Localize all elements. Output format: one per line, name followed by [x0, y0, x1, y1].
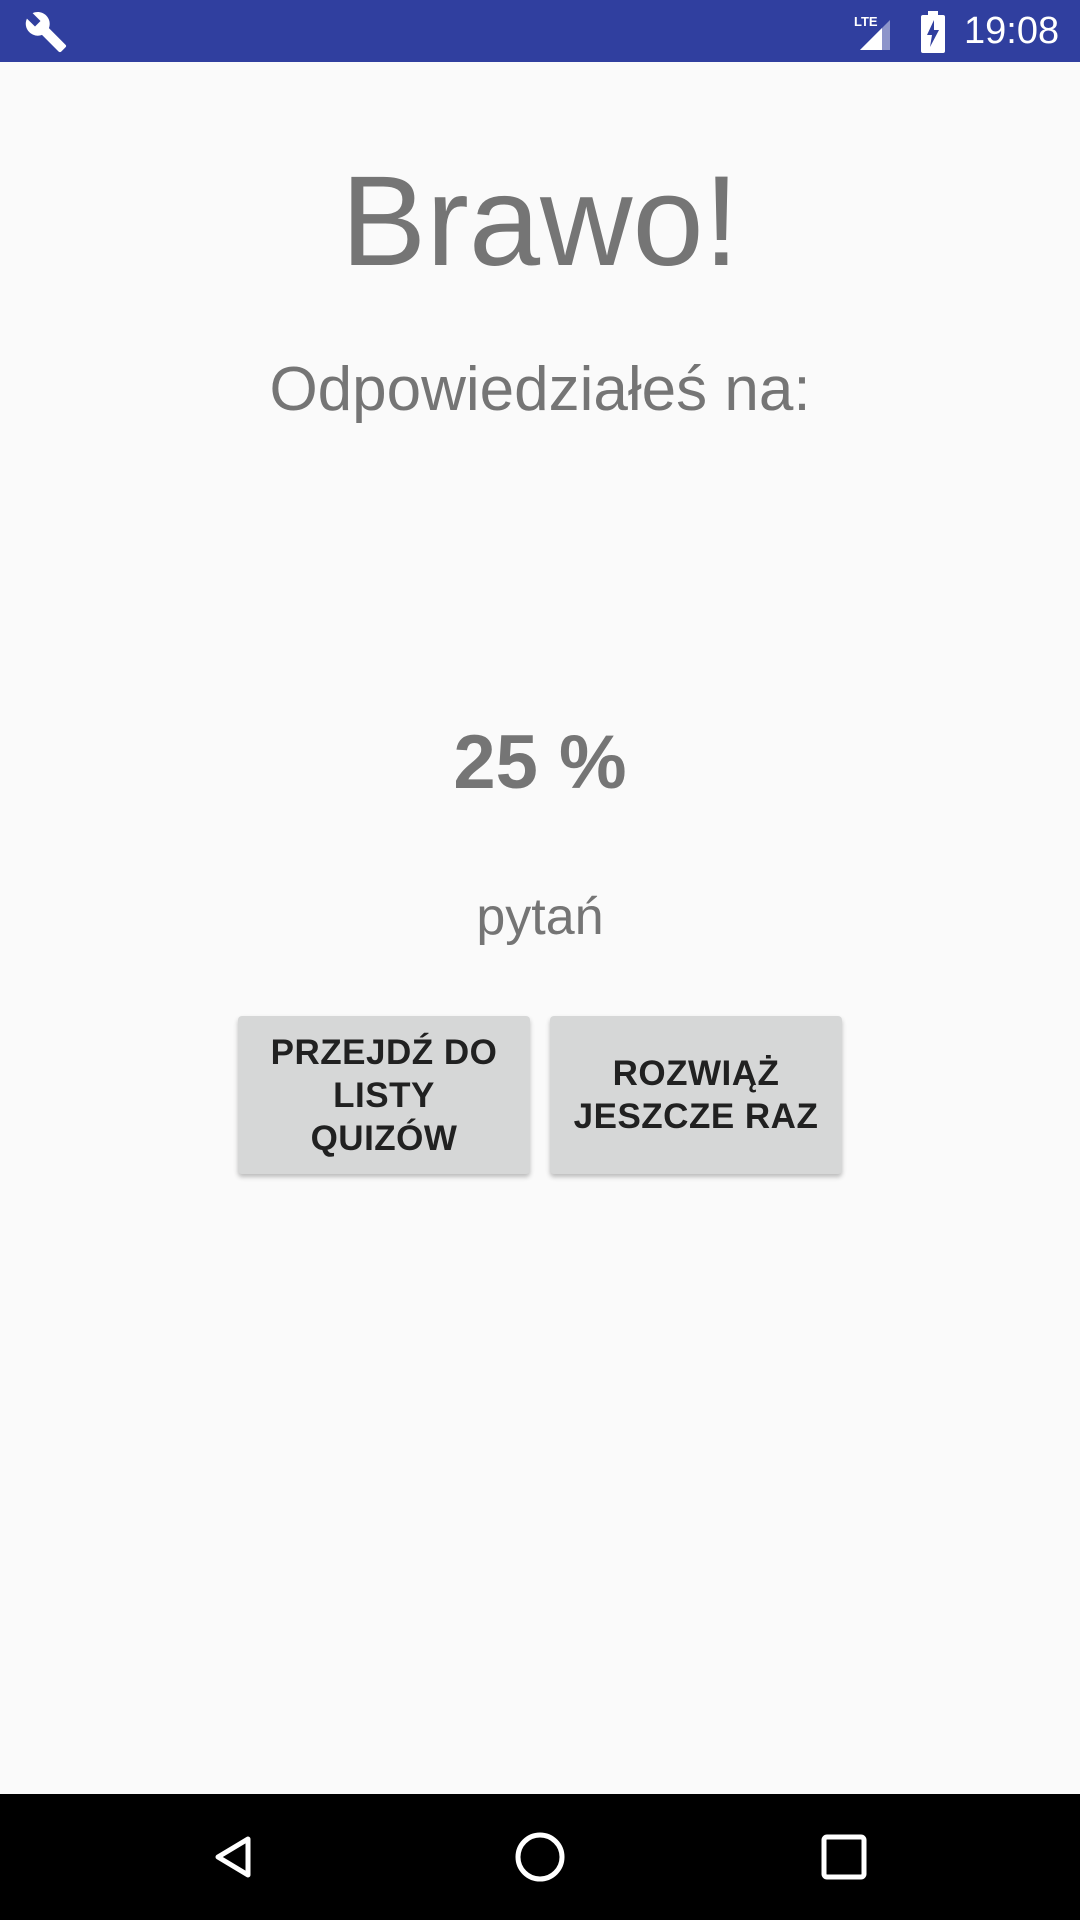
lte-label: LTE: [854, 14, 878, 29]
retry-quiz-button[interactable]: ROZWIĄŻ JESZCZE RAZ: [550, 1016, 842, 1174]
lte-signal-icon: LTE: [854, 14, 890, 50]
home-icon[interactable]: [504, 1821, 576, 1893]
result-subtitle: Odpowiedziałeś na:: [269, 355, 811, 424]
recents-icon[interactable]: [808, 1821, 880, 1893]
score-suffix: pytań: [476, 888, 604, 946]
back-icon[interactable]: [200, 1821, 272, 1893]
wrench-icon: [25, 12, 67, 53]
status-bar: LTE 19:08: [0, 0, 1080, 62]
score-percentage: 25 %: [453, 720, 627, 805]
result-title: Brawo!: [340, 150, 740, 293]
screen: LTE 19:08 Brawo! Odpowiedziałeś na: 25 %…: [0, 0, 1080, 1920]
battery-charging-icon: [921, 11, 945, 53]
status-time: 19:08: [964, 10, 1060, 52]
go-to-quiz-list-label: PRZEJDŹ DO LISTY QUIZÓW: [270, 1032, 498, 1158]
go-to-quiz-list-button[interactable]: PRZEJDŹ DO LISTY QUIZÓW: [238, 1016, 530, 1174]
navigation-bar: [0, 1794, 1080, 1920]
retry-quiz-label: ROZWIĄŻ JESZCZE RAZ: [573, 1054, 819, 1136]
